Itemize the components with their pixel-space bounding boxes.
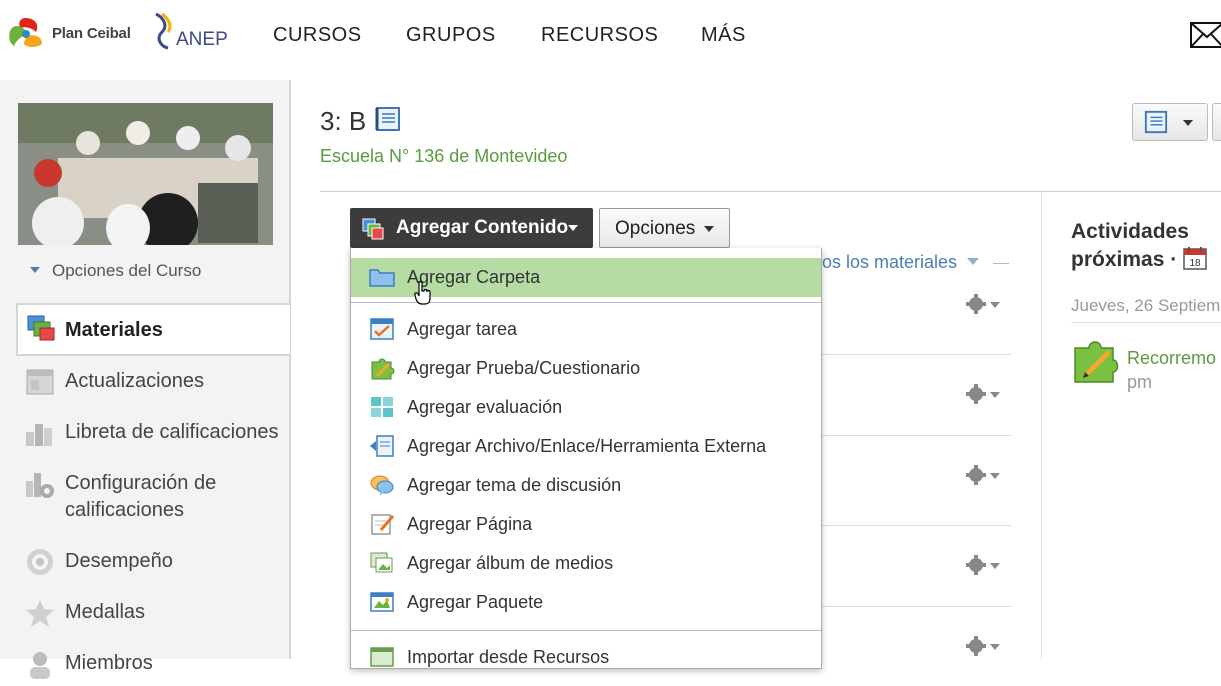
assessment-icon: [371, 397, 393, 417]
menu-item-agregar-archivo[interactable]: Agregar Archivo/Enlace/Herramienta Exter…: [351, 427, 821, 466]
calendar-day: 18: [1189, 258, 1201, 269]
menu-item-label: Agregar álbum de medios: [407, 553, 614, 573]
anep-logo-text: ANEP: [176, 29, 228, 50]
sidebar-item-libreta[interactable]: Libreta de calificaciones: [0, 415, 289, 455]
mail-icon[interactable]: [1190, 22, 1221, 48]
course-options-toggle[interactable]: Opciones del Curso: [30, 261, 201, 281]
sidebar-item-label: Desempeño: [65, 550, 173, 572]
sidebar-item-actualizaciones[interactable]: Actualizaciones: [0, 364, 289, 404]
activity-time: pm: [1127, 372, 1153, 392]
sidebar-item-label: Miembros: [65, 652, 153, 674]
gradebook-icon: [26, 424, 52, 446]
performance-icon: [27, 549, 53, 575]
caret-down-icon: [704, 226, 714, 232]
page-icon: [371, 514, 395, 535]
badge-icon: [26, 600, 54, 627]
activity-date: Jueves, 26 Septiem: [1071, 296, 1221, 315]
menu-item-label: Importar desde Recursos: [407, 647, 610, 667]
gear-icon[interactable]: [966, 383, 1002, 405]
options-label: Opciones: [615, 218, 696, 239]
sidebar-item-desempeno[interactable]: Desempeño: [0, 544, 289, 584]
nav-grupos[interactable]: GRUPOS: [406, 24, 496, 47]
menu-item-label: Agregar Paquete: [407, 592, 544, 612]
materials-icon: [27, 315, 55, 341]
header-divider: [320, 191, 1221, 192]
left-sidebar: Opciones del Curso Materiales Actualizac…: [0, 80, 291, 679]
folder-icon: [369, 269, 395, 287]
menu-item-importar-recursos[interactable]: Importar desde Recursos: [351, 638, 821, 668]
calendar-icon[interactable]: 18: [1183, 246, 1207, 270]
menu-item-label: Agregar tarea: [407, 319, 518, 339]
sidebar-item-label: Materiales: [65, 319, 163, 341]
plan-ceibal-logo-text: Plan Ceibal: [52, 25, 131, 42]
menu-item-label: Agregar tema de discusión: [407, 475, 622, 495]
sidebar-item-label: Medallas: [65, 601, 146, 623]
notebook-menu-button[interactable]: [1132, 103, 1208, 141]
plan-ceibal-logo-icon[interactable]: [6, 14, 46, 54]
caret-down-icon: [30, 266, 40, 273]
anep-logo-icon[interactable]: [152, 12, 176, 50]
sidebar-item-medallas[interactable]: Medallas: [0, 595, 289, 635]
menu-item-agregar-pagina[interactable]: Agregar Página: [351, 505, 821, 544]
school-name[interactable]: Escuela N° 136 de Montevideo: [320, 146, 567, 167]
add-content-button[interactable]: Agregar Contenido: [350, 208, 593, 248]
upcoming-title-line1: Actividades: [1071, 220, 1189, 243]
sidebar-item-label: Configuración de calificaciones: [65, 472, 217, 521]
page-title: 3: B: [320, 106, 367, 136]
members-icon: [30, 652, 50, 679]
sidebar-item-configuracion[interactable]: Configuración de calificaciones: [0, 466, 289, 526]
hand-cursor-icon: [414, 281, 431, 305]
menu-item-agregar-evaluacion[interactable]: Agregar evaluación: [351, 388, 821, 427]
nav-mas[interactable]: MÁS: [701, 24, 746, 47]
caret-down-icon: [967, 257, 980, 265]
column-divider: [1041, 192, 1042, 659]
caret-down-icon: [568, 225, 578, 231]
quiz-puzzle-icon: [371, 358, 395, 380]
top-header: Plan Ceibal ANEP CURSOS GRUPOS RECURSOS …: [0, 0, 1221, 76]
assignment-icon: [370, 318, 394, 340]
sidebar-item-miembros[interactable]: Miembros: [0, 646, 289, 686]
sidebar-item-label: Actualizaciones: [65, 370, 204, 392]
gear-icon[interactable]: [966, 635, 1002, 657]
materials-filter-label: os los materiales: [822, 252, 958, 272]
file-link-icon: [370, 435, 394, 457]
materials-filter[interactable]: os los materiales: [822, 252, 1010, 273]
sidebar-item-label: Libreta de calificaciones: [65, 421, 279, 443]
caret-down-icon: [1183, 120, 1193, 126]
quiz-puzzle-icon: [1074, 341, 1119, 383]
add-content-dropdown: Agregar Carpeta Agregar tarea Agregar Pr…: [350, 248, 822, 669]
notebook-icon[interactable]: [374, 106, 402, 132]
gear-icon[interactable]: [966, 464, 1002, 486]
course-options-label: Opciones del Curso: [52, 261, 202, 280]
course-photo: [18, 103, 273, 245]
notebook-icon: [1144, 110, 1168, 134]
add-content-icon: [362, 218, 384, 240]
menu-item-agregar-discusion[interactable]: Agregar tema de discusión: [351, 466, 821, 505]
menu-item-agregar-tarea[interactable]: Agregar tarea: [351, 310, 821, 349]
gear-icon[interactable]: [966, 554, 1002, 576]
activity-link[interactable]: Recorremo: [1127, 348, 1216, 369]
menu-item-label: Agregar Archivo/Enlace/Herramienta Exter…: [407, 436, 767, 456]
more-button[interactable]: [1212, 103, 1221, 141]
discussion-icon: [370, 475, 394, 496]
menu-item-agregar-album[interactable]: Agregar álbum de medios: [351, 544, 821, 583]
sidebar-item-materiales[interactable]: Materiales: [16, 303, 290, 356]
updates-icon: [26, 369, 54, 395]
gear-icon[interactable]: [966, 293, 1002, 315]
menu-item-label: Agregar evaluación: [407, 397, 563, 417]
add-content-label: Agregar Contenido: [396, 217, 569, 238]
menu-item-agregar-prueba[interactable]: Agregar Prueba/Cuestionario: [351, 349, 821, 388]
menu-item-label: Agregar Prueba/Cuestionario: [407, 358, 641, 378]
import-icon: [370, 647, 394, 667]
nav-recursos[interactable]: RECURSOS: [541, 24, 658, 47]
media-album-icon: [370, 552, 393, 573]
menu-item-agregar-paquete[interactable]: Agregar Paquete: [351, 583, 821, 622]
grade-settings-icon: [26, 473, 54, 498]
nav-cursos[interactable]: CURSOS: [273, 24, 362, 47]
menu-item-label: Agregar Página: [407, 514, 533, 534]
options-button[interactable]: Opciones: [599, 208, 730, 248]
package-icon: [370, 592, 394, 612]
